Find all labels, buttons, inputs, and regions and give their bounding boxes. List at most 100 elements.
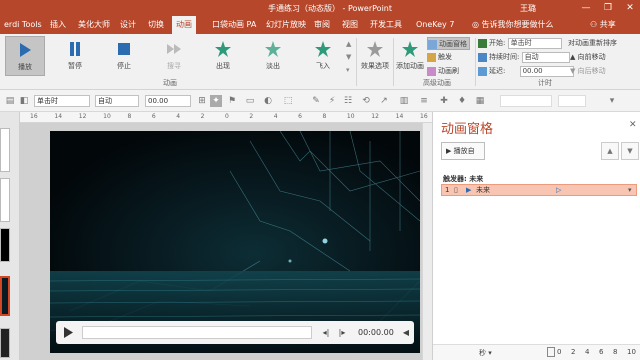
toolbar-icon[interactable]: ⬚: [282, 95, 294, 107]
seek-button[interactable]: 搜寻: [154, 36, 194, 76]
maximize-button[interactable]: ❐: [600, 1, 616, 15]
tab-insert[interactable]: 插入: [46, 16, 70, 34]
toolbar-icon[interactable]: ≡: [418, 95, 430, 107]
down-arrow-icon: ▼: [570, 67, 578, 75]
tab-developer[interactable]: 开发工具: [366, 16, 406, 34]
workspace-scrollbar[interactable]: [422, 123, 432, 360]
media-progress-track[interactable]: [82, 326, 312, 339]
toolbar-icon[interactable]: ▭: [244, 95, 256, 107]
tab-pocket-animation[interactable]: 口袋动画 PA: [208, 16, 260, 34]
animation-painter-button[interactable]: 动画刷: [427, 65, 459, 78]
slide-thumbnail[interactable]: [0, 228, 10, 262]
share-label: 共享: [599, 20, 616, 29]
tab-animations[interactable]: 动画: [172, 16, 196, 34]
item-dropdown-icon[interactable]: ▾: [628, 185, 632, 195]
magic-wand-icon[interactable]: ✦: [210, 95, 222, 107]
move-earlier-button[interactable]: ▲ 向前移动: [570, 51, 606, 64]
play-from-label: 播放自: [453, 147, 475, 155]
tab-slideshow[interactable]: 幻灯片放映: [262, 16, 310, 34]
tab-beautify[interactable]: 美化大师: [74, 16, 114, 34]
toolbar-icon[interactable]: ☷: [342, 95, 354, 107]
toolbar-icon[interactable]: ♦: [456, 95, 468, 107]
gallery-expand[interactable]: ▾: [346, 64, 350, 77]
toolbar-icon[interactable]: ✚: [438, 95, 450, 107]
trigger-label: 触发: [438, 53, 452, 61]
toolbar-start-select[interactable]: 单击时: [34, 95, 90, 107]
toolbar-blank-input[interactable]: [558, 95, 586, 107]
toolbar-icon[interactable]: ⚡: [326, 95, 338, 107]
delay-input[interactable]: 00.00: [519, 65, 574, 77]
effect-options-button[interactable]: 效果选项: [358, 36, 392, 76]
volume-icon[interactable]: ◀: [400, 326, 412, 339]
toolbar-blank-input[interactable]: [500, 95, 552, 107]
effect-fade[interactable]: 淡出: [253, 36, 293, 76]
toolbar-icon[interactable]: ↗: [378, 95, 390, 107]
toolbar-icon[interactable]: ⟲: [360, 95, 372, 107]
slide-thumbnail[interactable]: [0, 128, 10, 172]
animation-pane-button[interactable]: 动画窗格: [427, 37, 470, 50]
effect-fly-in[interactable]: 飞入: [303, 36, 343, 76]
ruler-label: 14: [54, 113, 63, 120]
trigger-heading: 触发器: 未来: [443, 175, 484, 183]
media-rewind-icon[interactable]: ◂|: [320, 326, 332, 339]
slide-thumbnail-selected[interactable]: [0, 276, 10, 316]
seconds-label[interactable]: 秒 ▾: [479, 348, 492, 358]
move-down-button[interactable]: ▼: [621, 142, 639, 160]
timeline-tick: 6: [599, 348, 604, 356]
pause-button[interactable]: 暂停: [55, 36, 95, 76]
share-button[interactable]: ⚇ 共享: [590, 16, 616, 34]
move-up-button[interactable]: ▲: [601, 142, 619, 160]
user-name[interactable]: 王璐: [520, 3, 536, 14]
toolbar-icon[interactable]: ⚑: [226, 95, 238, 107]
tab-view[interactable]: 视图: [338, 16, 362, 34]
ruler-label: 4: [273, 113, 278, 120]
minimize-button[interactable]: —: [578, 1, 594, 15]
move-later-button[interactable]: ▼ 向后移动: [570, 65, 606, 78]
toolbar-icon[interactable]: ▤: [4, 95, 16, 107]
toolbar-icon[interactable]: ✎: [310, 95, 322, 107]
clock-icon: [478, 52, 487, 62]
slide-thumbnails-pane: [0, 112, 20, 360]
add-animation-button[interactable]: 添加动画: [395, 36, 425, 76]
tab-onekey[interactable]: OneKey 7: [412, 16, 458, 34]
fly-in-star-icon: [315, 41, 331, 57]
delay-row: 延迟: 00.00: [478, 65, 574, 78]
animation-list-item[interactable]: 1 ▯ ▶ 未来 ▷ ▾: [441, 184, 637, 196]
toolbar-icon[interactable]: ▾: [606, 95, 618, 107]
toolbar-icon[interactable]: ◐: [262, 95, 274, 107]
play-label: 播放: [18, 63, 32, 71]
start-select[interactable]: 单击时: [507, 37, 562, 49]
close-window-button[interactable]: ✕: [622, 1, 638, 15]
tab-erdi-tools[interactable]: erdi Tools: [0, 16, 46, 34]
toolbar-icon[interactable]: ⊞: [196, 95, 208, 107]
trigger-button[interactable]: 触发: [427, 51, 452, 64]
toolbar-duration-select[interactable]: 自动: [95, 95, 139, 107]
slide-thumbnail[interactable]: [0, 178, 10, 222]
ruler-label: 14: [395, 113, 404, 120]
pause-icon: [70, 42, 80, 56]
title-bar: 手通练习（动态版） - PowerPoint 王璐 — ❐ ✕: [0, 0, 640, 16]
stop-button[interactable]: 停止: [104, 36, 144, 76]
play-button[interactable]: 播放: [5, 36, 45, 76]
timeline-tick: 4: [585, 348, 590, 356]
close-pane-icon[interactable]: ✕: [629, 120, 637, 130]
tab-review[interactable]: 审阅: [310, 16, 334, 34]
media-forward-icon[interactable]: |▸: [336, 326, 348, 339]
toolbar-icon[interactable]: ▥: [398, 95, 410, 107]
gallery-scroll-down[interactable]: ▼: [346, 51, 351, 64]
slide-thumbnail[interactable]: [0, 328, 10, 358]
tell-me-search[interactable]: ◎ 告诉我你想要做什么: [472, 16, 554, 34]
effect-appear[interactable]: 出现: [203, 36, 243, 76]
timeline-zoom-box[interactable]: [547, 347, 555, 357]
toolbar-icon[interactable]: ▦: [474, 95, 486, 107]
slide-video[interactable]: ◂| |▸ 00:00.00 ◀: [50, 131, 420, 353]
tab-transitions[interactable]: 切换: [144, 16, 168, 34]
play-from-button[interactable]: ▶ 播放自: [441, 142, 485, 160]
tab-design[interactable]: 设计: [116, 16, 140, 34]
toolbar-delay-input[interactable]: 00.00: [145, 95, 191, 107]
gallery-scroll-up[interactable]: ▲: [346, 38, 351, 51]
start-row: 开始: 单击时: [478, 37, 562, 50]
duration-input[interactable]: 自动: [521, 51, 570, 63]
media-play-icon[interactable]: [59, 323, 77, 342]
toolbar-icon[interactable]: ◧: [18, 95, 30, 107]
